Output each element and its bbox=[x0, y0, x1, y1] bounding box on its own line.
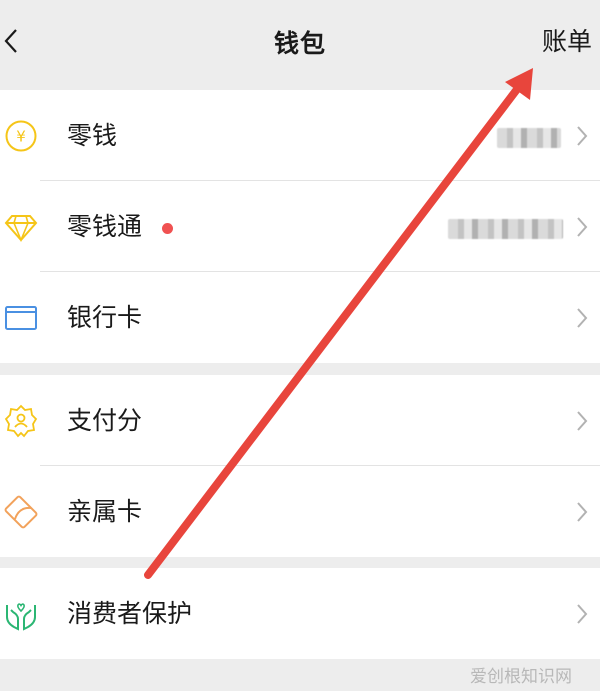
watermark-text: 爱创根知识网 bbox=[470, 667, 572, 687]
wallet-group-balance: ¥ 零钱 零钱通 银行卡 bbox=[0, 90, 600, 363]
list-item-family-card[interactable]: 亲属卡 bbox=[0, 466, 600, 557]
wallet-group-credit: 支付分 亲属卡 bbox=[0, 375, 600, 557]
yen-coin-icon: ¥ bbox=[5, 120, 37, 152]
list-item-label: 支付分 bbox=[67, 406, 143, 435]
bank-card-icon bbox=[5, 306, 37, 330]
list-item-label: 零钱 bbox=[67, 121, 118, 150]
list-item-bank-card[interactable]: 银行卡 bbox=[0, 272, 600, 363]
chevron-right-icon bbox=[577, 126, 588, 146]
list-item-change[interactable]: ¥ 零钱 bbox=[0, 90, 600, 181]
hands-protect-icon bbox=[6, 603, 36, 631]
list-item-pay-score[interactable]: 支付分 bbox=[0, 375, 600, 466]
pay-score-badge-icon bbox=[4, 404, 38, 438]
list-item-label: 亲属卡 bbox=[67, 497, 143, 526]
notification-dot bbox=[162, 223, 173, 234]
svg-text:¥: ¥ bbox=[16, 128, 26, 146]
list-item-label: 零钱通 bbox=[67, 212, 143, 241]
diamond-icon bbox=[4, 215, 38, 243]
balance-amount-redacted bbox=[497, 128, 561, 148]
family-card-icon bbox=[4, 495, 38, 529]
navigation-bar: 钱包 账单 bbox=[0, 0, 600, 88]
chevron-right-icon bbox=[577, 308, 588, 328]
list-item-consumer-protection[interactable]: 消费者保护 bbox=[0, 568, 600, 659]
chevron-right-icon bbox=[577, 411, 588, 431]
wallet-group-protection: 消费者保护 bbox=[0, 568, 600, 659]
chevron-right-icon bbox=[577, 604, 588, 624]
chevron-right-icon bbox=[577, 217, 588, 237]
list-item-label: 银行卡 bbox=[67, 303, 143, 332]
chevron-right-icon bbox=[577, 502, 588, 522]
page-title: 钱包 bbox=[273, 29, 326, 58]
bill-button[interactable]: 账单 bbox=[542, 22, 592, 58]
list-item-change-pass[interactable]: 零钱通 bbox=[0, 181, 600, 272]
balance-amount-redacted bbox=[448, 219, 563, 239]
list-item-label: 消费者保护 bbox=[67, 599, 193, 628]
